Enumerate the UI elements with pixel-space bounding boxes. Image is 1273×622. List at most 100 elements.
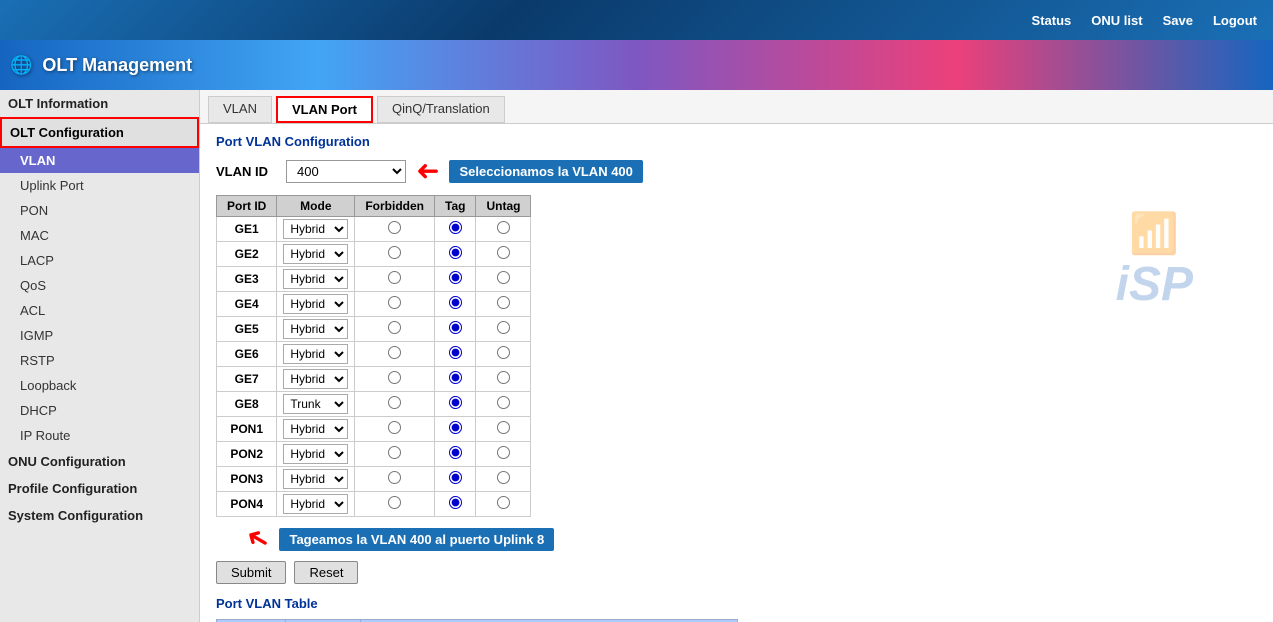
untag-cell[interactable]	[476, 292, 531, 317]
sidebar-section-onu-configuration[interactable]: ONU Configuration	[0, 448, 199, 475]
forbidden-radio[interactable]	[388, 221, 401, 234]
save-link[interactable]: Save	[1163, 13, 1193, 28]
tag-cell[interactable]	[435, 467, 476, 492]
untag-radio[interactable]	[497, 496, 510, 509]
forbidden-cell[interactable]	[355, 492, 435, 517]
tag-radio[interactable]	[449, 246, 462, 259]
mode-select[interactable]: HybridTrunkAccess	[283, 244, 348, 264]
sidebar-item-pon[interactable]: PON	[0, 198, 199, 223]
untag-radio[interactable]	[497, 371, 510, 384]
forbidden-radio[interactable]	[388, 421, 401, 434]
mode-select[interactable]: HybridTrunkAccess	[283, 494, 348, 514]
mode-cell[interactable]: HybridTrunkAccess	[277, 492, 355, 517]
tag-radio[interactable]	[449, 296, 462, 309]
tag-cell[interactable]	[435, 292, 476, 317]
mode-select[interactable]: HybridTrunkAccess	[283, 419, 348, 439]
untag-radio[interactable]	[497, 271, 510, 284]
untag-cell[interactable]	[476, 467, 531, 492]
tag-radio[interactable]	[449, 371, 462, 384]
status-link[interactable]: Status	[1032, 13, 1072, 28]
tag-radio[interactable]	[449, 221, 462, 234]
tab-vlan-port[interactable]: VLAN Port	[276, 96, 373, 123]
mode-cell[interactable]: HybridTrunkAccess	[277, 467, 355, 492]
forbidden-cell[interactable]	[355, 467, 435, 492]
tag-radio[interactable]	[449, 496, 462, 509]
mode-cell[interactable]: HybridTrunkAccess	[277, 292, 355, 317]
tag-cell[interactable]	[435, 442, 476, 467]
tag-cell[interactable]	[435, 267, 476, 292]
untag-radio[interactable]	[497, 471, 510, 484]
forbidden-cell[interactable]	[355, 417, 435, 442]
forbidden-cell[interactable]	[355, 342, 435, 367]
sidebar-item-loopback[interactable]: Loopback	[0, 373, 199, 398]
untag-radio[interactable]	[497, 421, 510, 434]
mode-cell[interactable]: HybridTrunkAccess	[277, 242, 355, 267]
tag-cell[interactable]	[435, 417, 476, 442]
untag-cell[interactable]	[476, 267, 531, 292]
untag-radio[interactable]	[497, 346, 510, 359]
sidebar-item-ip-route[interactable]: IP Route	[0, 423, 199, 448]
forbidden-cell[interactable]	[355, 392, 435, 417]
forbidden-cell[interactable]	[355, 317, 435, 342]
mode-cell[interactable]: HybridTrunkAccess	[277, 392, 355, 417]
mode-select[interactable]: HybridTrunkAccess	[283, 469, 348, 489]
mode-select[interactable]: HybridTrunkAccess	[283, 394, 348, 414]
sidebar-item-acl[interactable]: ACL	[0, 298, 199, 323]
mode-select[interactable]: HybridTrunkAccess	[283, 369, 348, 389]
tag-cell[interactable]	[435, 217, 476, 242]
forbidden-cell[interactable]	[355, 367, 435, 392]
untag-radio[interactable]	[497, 396, 510, 409]
forbidden-radio[interactable]	[388, 471, 401, 484]
untag-radio[interactable]	[497, 446, 510, 459]
sidebar-section-system-configuration[interactable]: System Configuration	[0, 502, 199, 529]
tag-radio[interactable]	[449, 346, 462, 359]
sidebar-item-qos[interactable]: QoS	[0, 273, 199, 298]
sidebar-section-olt-information[interactable]: OLT Information	[0, 90, 199, 117]
tag-radio[interactable]	[449, 471, 462, 484]
mode-cell[interactable]: HybridTrunkAccess	[277, 367, 355, 392]
forbidden-radio[interactable]	[388, 321, 401, 334]
untag-cell[interactable]	[476, 392, 531, 417]
sidebar-item-lacp[interactable]: LACP	[0, 248, 199, 273]
tag-cell[interactable]	[435, 242, 476, 267]
tag-cell[interactable]	[435, 317, 476, 342]
sidebar-section-olt-configuration[interactable]: OLT Configuration	[0, 117, 199, 148]
sidebar-item-rstp[interactable]: RSTP	[0, 348, 199, 373]
mode-select[interactable]: HybridTrunkAccess	[283, 444, 348, 464]
tag-radio[interactable]	[449, 321, 462, 334]
forbidden-radio[interactable]	[388, 271, 401, 284]
reset-button[interactable]: Reset	[294, 561, 358, 584]
untag-cell[interactable]	[476, 442, 531, 467]
onu-list-link[interactable]: ONU list	[1091, 13, 1142, 28]
tag-radio[interactable]	[449, 271, 462, 284]
submit-button[interactable]: Submit	[216, 561, 286, 584]
sidebar-section-profile-configuration[interactable]: Profile Configuration	[0, 475, 199, 502]
tag-radio[interactable]	[449, 421, 462, 434]
logout-link[interactable]: Logout	[1213, 13, 1257, 28]
tag-cell[interactable]	[435, 367, 476, 392]
untag-cell[interactable]	[476, 367, 531, 392]
mode-cell[interactable]: HybridTrunkAccess	[277, 317, 355, 342]
untag-cell[interactable]	[476, 492, 531, 517]
untag-radio[interactable]	[497, 246, 510, 259]
mode-cell[interactable]: HybridTrunkAccess	[277, 442, 355, 467]
forbidden-cell[interactable]	[355, 292, 435, 317]
tag-cell[interactable]	[435, 392, 476, 417]
mode-cell[interactable]: HybridTrunkAccess	[277, 342, 355, 367]
mode-select[interactable]: HybridTrunkAccess	[283, 319, 348, 339]
tag-cell[interactable]	[435, 492, 476, 517]
forbidden-radio[interactable]	[388, 396, 401, 409]
tab-vlan[interactable]: VLAN	[208, 96, 272, 123]
mode-select[interactable]: HybridTrunkAccess	[283, 344, 348, 364]
mode-select[interactable]: HybridTrunkAccess	[283, 294, 348, 314]
mode-cell[interactable]: HybridTrunkAccess	[277, 217, 355, 242]
tab-qinq-translation[interactable]: QinQ/Translation	[377, 96, 505, 123]
sidebar-item-igmp[interactable]: IGMP	[0, 323, 199, 348]
forbidden-cell[interactable]	[355, 267, 435, 292]
forbidden-radio[interactable]	[388, 371, 401, 384]
mode-cell[interactable]: HybridTrunkAccess	[277, 417, 355, 442]
forbidden-cell[interactable]	[355, 442, 435, 467]
untag-cell[interactable]	[476, 342, 531, 367]
untag-radio[interactable]	[497, 296, 510, 309]
untag-cell[interactable]	[476, 242, 531, 267]
